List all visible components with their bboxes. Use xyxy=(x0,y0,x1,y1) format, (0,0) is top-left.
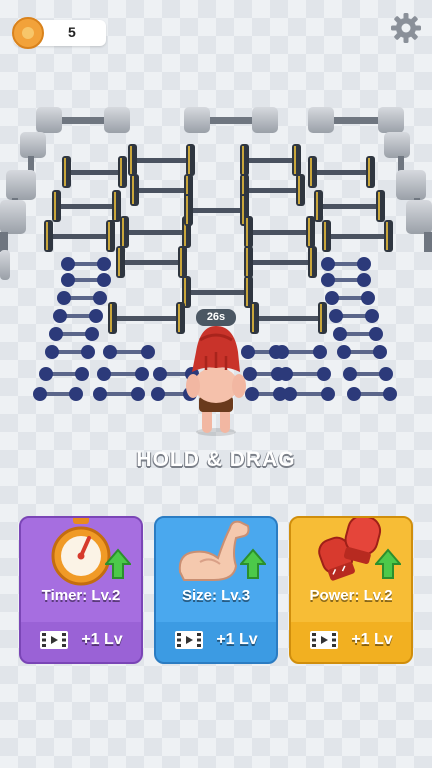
barbell[interactable] xyxy=(322,220,393,252)
barbell[interactable] xyxy=(44,220,115,252)
power-upgrade-card[interactable]: Power: Lv.2 +1 Lv xyxy=(289,516,413,664)
small-dumbbell[interactable] xyxy=(97,367,149,381)
barbell[interactable] xyxy=(130,174,193,206)
small-dumbbell[interactable] xyxy=(53,309,103,323)
barbell[interactable] xyxy=(52,190,121,222)
stopwatch-icon xyxy=(51,518,111,586)
small-dumbbell[interactable] xyxy=(283,387,335,401)
timer-level-label: Timer: Lv.2 xyxy=(41,587,121,604)
coin-counter: 5 xyxy=(12,17,106,49)
green-arrow-up-icon xyxy=(375,548,401,579)
power-level-label: Power: Lv.2 xyxy=(309,587,393,604)
small-dumbbell[interactable] xyxy=(61,257,111,271)
timer-upgrade-button[interactable]: +1 Lv xyxy=(21,618,141,662)
size-upgrade-button[interactable]: +1 Lv xyxy=(156,618,276,662)
round-timer-badge: 26s xyxy=(196,309,236,326)
barbell[interactable] xyxy=(308,156,375,188)
timer-upgrade-card[interactable]: Timer: Lv.2 +1 Lv xyxy=(19,516,143,664)
barbell[interactable] xyxy=(108,302,185,334)
size-level-label: Size: Lv.3 xyxy=(181,587,251,604)
hold-drag-hint: HOLD & DRAG xyxy=(136,448,296,471)
video-ad-icon xyxy=(310,631,339,649)
coin-count: 5 xyxy=(68,24,76,40)
small-dumbbell[interactable] xyxy=(243,367,285,381)
upgrade-label: +1 Lv xyxy=(81,631,123,648)
barbell[interactable] xyxy=(250,302,327,334)
barbell[interactable] xyxy=(240,174,305,206)
small-dumbbell[interactable] xyxy=(329,309,379,323)
upgrade-label: +1 Lv xyxy=(351,631,393,648)
small-dumbbell[interactable] xyxy=(347,387,397,401)
barbell[interactable] xyxy=(120,216,191,248)
small-dumbbell[interactable] xyxy=(103,345,155,359)
small-dumbbell[interactable] xyxy=(321,273,371,287)
heavy-dumbbell[interactable] xyxy=(308,107,404,133)
small-dumbbell[interactable] xyxy=(333,327,383,341)
green-arrow-up-icon xyxy=(240,548,266,579)
small-dumbbell[interactable] xyxy=(343,367,393,381)
video-ad-icon xyxy=(40,631,69,649)
heavy-dumbbell[interactable] xyxy=(36,107,130,133)
barbell[interactable] xyxy=(314,190,385,222)
barbell[interactable] xyxy=(240,144,301,176)
heavy-dumbbell-left-side[interactable] xyxy=(0,132,46,280)
upgrade-label: +1 Lv xyxy=(216,631,258,648)
video-ad-icon xyxy=(175,631,204,649)
small-dumbbell[interactable] xyxy=(245,387,287,401)
player-character[interactable] xyxy=(186,326,246,436)
small-dumbbell[interactable] xyxy=(337,345,387,359)
small-dumbbell[interactable] xyxy=(321,257,371,271)
small-dumbbell[interactable] xyxy=(61,273,111,287)
barbell[interactable] xyxy=(116,246,187,278)
small-dumbbell[interactable] xyxy=(279,367,331,381)
barbell[interactable] xyxy=(128,144,195,176)
small-dumbbell[interactable] xyxy=(33,387,83,401)
small-dumbbell[interactable] xyxy=(49,327,99,341)
size-upgrade-card[interactable]: Size: Lv.3 +1 Lv xyxy=(154,516,278,664)
small-dumbbell[interactable] xyxy=(275,345,327,359)
small-dumbbell[interactable] xyxy=(57,291,107,305)
barbell[interactable] xyxy=(182,276,253,308)
small-dumbbell[interactable] xyxy=(325,291,375,305)
gear-icon[interactable] xyxy=(390,12,422,44)
barbell[interactable] xyxy=(62,156,127,188)
barbell[interactable] xyxy=(184,194,249,226)
power-upgrade-button[interactable]: +1 Lv xyxy=(291,618,411,662)
small-dumbbell[interactable] xyxy=(45,345,95,359)
small-dumbbell[interactable] xyxy=(93,387,145,401)
green-arrow-up-icon xyxy=(105,548,131,579)
heavy-dumbbell[interactable] xyxy=(184,107,278,133)
coin-icon xyxy=(12,17,44,49)
small-dumbbell[interactable] xyxy=(39,367,89,381)
barbell[interactable] xyxy=(244,216,315,248)
barbell-group[interactable] xyxy=(44,144,393,334)
barbell[interactable] xyxy=(244,246,317,278)
